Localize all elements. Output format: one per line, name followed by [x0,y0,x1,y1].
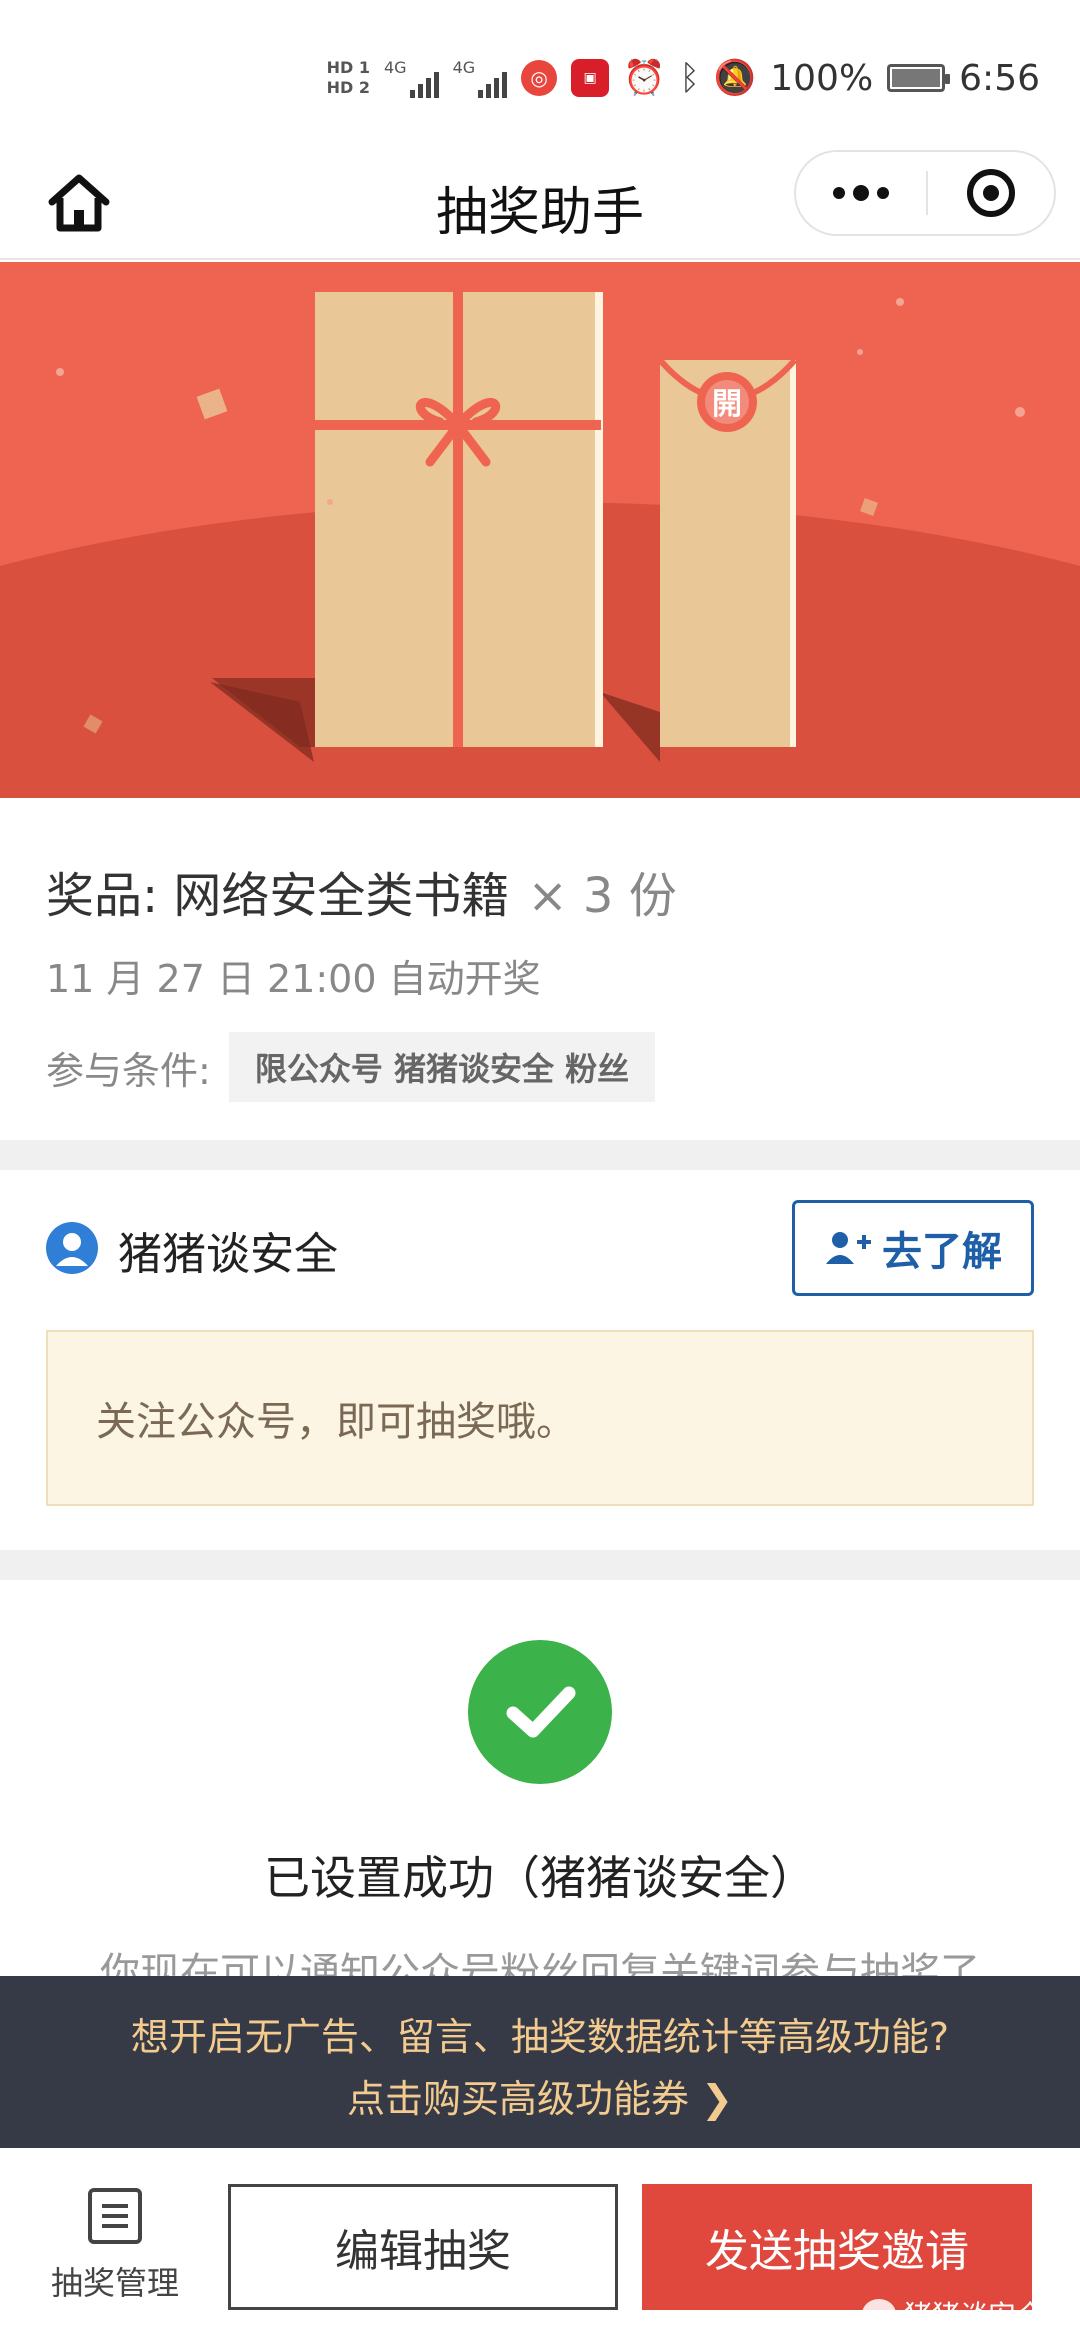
prize-info: 奖品: 网络安全类书籍 × 3 份 11 月 27 日 21:00 自动开奖 参与… [0,798,1080,1140]
account-avatar-icon [46,1222,98,1274]
nav-bar: 抽奖助手 [0,150,1080,260]
condition-label: 参与条件: [46,1048,211,1093]
battery-fill [892,69,941,87]
bluetooth-icon: ᛒ [679,58,700,98]
prize-label: 奖品: 网络安全类书籍 [46,868,510,924]
edit-draw-button[interactable]: 编辑抽奖 [228,2184,618,2310]
promo-line-1: 想开启无广告、留言、抽奖数据统计等高级功能? [130,2015,950,2059]
account-name: 猪猪谈安全 [118,1229,338,1280]
more-dot [833,187,845,199]
success-hint: 你现在可以通知公众号粉丝回复关键词参与抽奖了 [100,1950,980,1976]
learn-more-button[interactable]: 去了解 [792,1200,1034,1296]
add-user-icon [826,1232,871,1264]
section-divider [0,1140,1080,1170]
doc-line [102,2214,128,2218]
signal-1-label: 4G [383,58,407,77]
success-message: 已设置成功（猪猪谈安全） [264,1851,816,1905]
miniprogram-capsule [794,150,1056,236]
success-section: 已设置成功（猪猪谈安全） 你现在可以通知公众号粉丝回复关键词参与抽奖了 [0,1580,1080,1976]
hd1-label: HD 1 [326,58,370,77]
battery-percent: 100% [770,57,874,99]
follow-notice: 关注公众号，即可抽奖哦。 [46,1330,1034,1506]
alarm-icon: ⏰ [623,58,666,98]
hd2-label: HD 2 [326,78,370,97]
doc-line [102,2224,128,2228]
participation-condition: 参与条件: 限公众号 猪猪谈安全 粉丝 [46,1032,656,1102]
watermark: 猪猪谈安全 [861,2294,1044,2334]
bottom-action-bar: 抽奖管理 编辑抽奖 发送抽奖邀请 猪猪谈安全 [0,2148,1080,2340]
prize-multiplier: × 3 份 [527,868,677,924]
target-icon [967,169,1015,217]
promo-line-2[interactable]: 点击购买高级功能券 ❯ [0,2068,1080,2123]
signal-2-icon: 4G [453,58,508,98]
send-invite-button[interactable]: 发送抽奖邀请 [642,2184,1032,2310]
search-app-icon: ◎ [521,60,558,96]
hd-indicator: HD 1 HD 2 [327,58,370,98]
doc-line [102,2204,128,2208]
prize-banner: 開 [0,262,1080,798]
document-icon [88,2188,142,2244]
prize-title: 奖品: 网络安全类书籍 × 3 份 [46,856,677,926]
draw-management-button[interactable]: 抽奖管理 [30,2188,200,2328]
more-dot [877,187,889,199]
draw-time: 11 月 27 日 21:00 自动开奖 [46,957,541,1001]
learn-more-label: 去了解 [882,1229,1002,1275]
close-miniprogram-button[interactable] [928,152,1054,234]
gift-illustration: 開 [0,292,1080,798]
account-section: 猪猪谈安全 去了解 关注公众号，即可抽奖哦。 [0,1170,1080,1550]
battery-icon [887,64,951,92]
premium-promo-banner[interactable]: 想开启无广告、留言、抽奖数据统计等高级功能? 点击购买高级功能券 ❯ [0,1976,1080,2148]
tmall-app-icon: ▣ [571,59,610,97]
wechat-icon [861,2299,896,2329]
section-divider [0,1550,1080,1580]
watermark-text: 猪猪谈安全 [903,2299,1044,2332]
open-seal-text: 開 [712,387,742,422]
condition-tag: 限公众号 猪猪谈安全 粉丝 [228,1032,656,1102]
mute-bell-icon: 🔕 [713,58,757,98]
success-check-icon [468,1640,612,1784]
status-bar-right: HD 1 HD 2 4G 4G ◎ ▣ ⏰ ᛒ 🔕 100% 6:56 [327,48,1040,108]
draw-management-label: 抽奖管理 [50,2264,179,2302]
signal-1-icon: 4G [384,58,439,98]
status-bar: HD 1 HD 2 4G 4G ◎ ▣ ⏰ ᛒ 🔕 100% 6:56 [0,0,1080,150]
more-dot [853,185,869,201]
more-button[interactable] [796,152,926,234]
clock: 6:56 [959,57,1040,99]
signal-2-label: 4G [452,58,476,77]
